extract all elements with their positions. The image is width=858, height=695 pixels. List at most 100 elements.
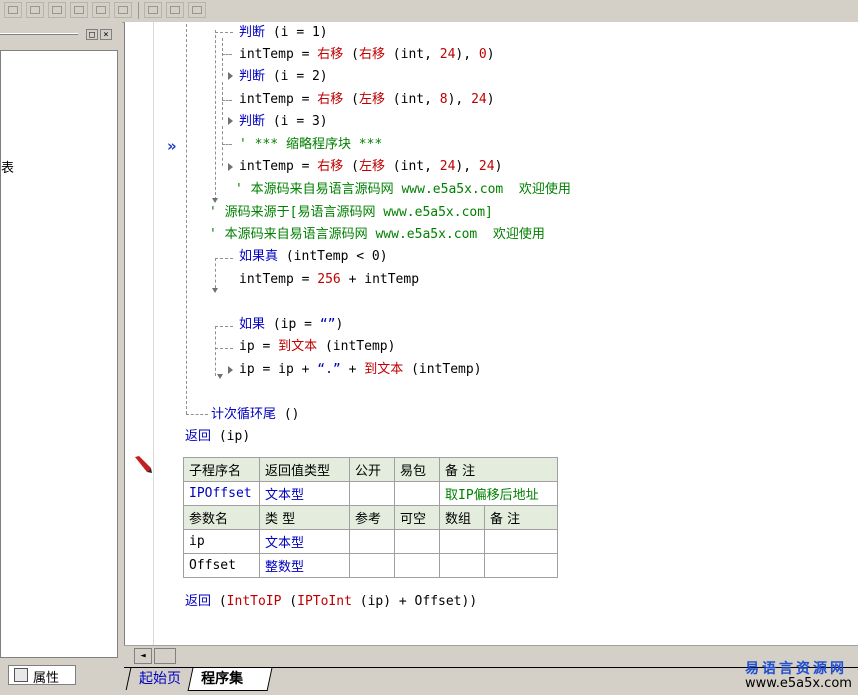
distribute-vertical-icon[interactable] bbox=[114, 2, 132, 18]
package-cell[interactable] bbox=[394, 481, 440, 506]
tab-program-set[interactable]: 程序集 bbox=[187, 668, 273, 691]
subroutine-table[interactable]: 子程序名 返回值类型 公开 易包 备 注 IPOffset 文本型 取IP偏移后… bbox=[183, 457, 558, 578]
code-text: + intTemp bbox=[340, 272, 420, 287]
case-flow-line bbox=[222, 82, 223, 120]
tab-properties-label: 属性 bbox=[33, 671, 60, 686]
keyword: 返回 bbox=[185, 594, 212, 609]
loop-end-connector bbox=[186, 414, 208, 415]
code-line[interactable]: ip = ip + “.” + 到文本 (intTemp) bbox=[239, 362, 482, 378]
code-line-collapsed-block[interactable]: ' *** 缩略程序块 *** bbox=[239, 137, 382, 153]
column-header: 公开 bbox=[349, 457, 395, 482]
left-panel-content[interactable]: 表 bbox=[0, 50, 118, 658]
if-connector bbox=[215, 258, 233, 259]
code-line[interactable]: intTemp = 右移 (右移 (int, 24), 0) bbox=[239, 47, 495, 63]
param-array-cell[interactable] bbox=[439, 529, 485, 554]
code-line[interactable]: 判断 (i = 3) bbox=[239, 114, 328, 130]
code-text: (int, bbox=[384, 159, 440, 174]
if-connector bbox=[215, 348, 233, 349]
code-line[interactable]: 返回 (IntToIP (IPToInt (ip) + Offset)) bbox=[185, 594, 477, 610]
function-name: 右移 bbox=[317, 47, 344, 62]
code-text: ), bbox=[455, 47, 479, 62]
tab-program-set-label: 程序集 bbox=[201, 671, 244, 687]
align-left-icon[interactable] bbox=[4, 2, 22, 18]
function-name: 到文本 bbox=[278, 339, 318, 354]
param-array-cell[interactable] bbox=[439, 553, 485, 578]
comment-line[interactable]: ' 源码来源于[易语言源码网 www.e5a5x.com] bbox=[209, 205, 493, 221]
keyword: 判断 bbox=[239, 69, 266, 84]
comment-line[interactable]: ' 本源码来自易语言源码网 www.e5a5x.com 欢迎使用 bbox=[235, 182, 571, 198]
toolbar-separator bbox=[138, 2, 139, 19]
code-text: (i = 2) bbox=[265, 69, 328, 84]
code-text: + bbox=[340, 362, 365, 377]
tab-start-page[interactable]: 起始页 bbox=[125, 668, 194, 690]
public-cell[interactable] bbox=[349, 481, 395, 506]
number-literal: 256 bbox=[317, 272, 341, 287]
param-optional-cell[interactable] bbox=[394, 553, 440, 578]
code-line[interactable]: intTemp = 256 + intTemp bbox=[239, 272, 419, 288]
code-line[interactable]: 如果 (ip = “”) bbox=[239, 317, 343, 333]
same-height-icon[interactable] bbox=[166, 2, 184, 18]
subroutine-header-row: 子程序名 返回值类型 公开 易包 备 注 bbox=[183, 457, 558, 482]
param-ref-cell[interactable] bbox=[349, 529, 395, 554]
param-name[interactable]: Offset bbox=[183, 553, 260, 578]
param-row[interactable]: Offset 整数型 bbox=[183, 553, 558, 578]
minimize-button[interactable]: □ bbox=[86, 29, 98, 40]
code-line[interactable]: 计次循环尾 () bbox=[211, 407, 300, 423]
distribute-horizontal-icon[interactable] bbox=[92, 2, 110, 18]
align-top-icon[interactable] bbox=[48, 2, 66, 18]
align-bottom-icon[interactable] bbox=[70, 2, 88, 18]
subroutine-row[interactable]: IPOffset 文本型 取IP偏移后地址 bbox=[183, 481, 558, 506]
flow-arrow-right-icon bbox=[228, 163, 233, 171]
return-type[interactable]: 文本型 bbox=[259, 481, 350, 506]
code-text: (ip) + Offset)) bbox=[351, 594, 478, 609]
same-width-icon[interactable] bbox=[144, 2, 162, 18]
param-name[interactable]: ip bbox=[183, 529, 260, 554]
param-row[interactable]: ip 文本型 bbox=[183, 529, 558, 554]
code-line[interactable]: 判断 (i = 2) bbox=[239, 69, 328, 85]
code-text: ( bbox=[343, 47, 359, 62]
column-header: 参数名 bbox=[183, 505, 260, 530]
align-center-icon[interactable] bbox=[26, 2, 44, 18]
panel-grip[interactable] bbox=[0, 33, 78, 35]
close-button[interactable]: × bbox=[100, 29, 112, 40]
number-literal: 24 bbox=[471, 92, 487, 107]
code-text: (intTemp) bbox=[317, 339, 396, 354]
function-name: 右移 bbox=[358, 47, 385, 62]
scroll-thumb[interactable] bbox=[154, 648, 176, 664]
code-text: (int, bbox=[384, 92, 440, 107]
code-editor[interactable]: » 判断 (i = 1) intTemp = 右移 (右移 (int, 24),… bbox=[124, 22, 858, 645]
code-line[interactable]: 如果真 (intTemp < 0) bbox=[239, 249, 388, 265]
flow-arrow-right-icon bbox=[228, 72, 233, 80]
tab-start-page-label: 起始页 bbox=[139, 671, 181, 687]
subroutine-name[interactable]: IPOffset bbox=[183, 481, 260, 506]
param-optional-cell[interactable] bbox=[394, 529, 440, 554]
param-note-cell[interactable] bbox=[484, 529, 558, 554]
param-type[interactable]: 文本型 bbox=[259, 529, 350, 554]
code-line[interactable]: 判断 (i = 1) bbox=[239, 25, 328, 41]
function-name: IPToInt bbox=[297, 594, 352, 609]
code-line[interactable]: 返回 (ip) bbox=[185, 429, 250, 445]
function-name: 到文本 bbox=[364, 362, 404, 377]
tab-properties[interactable]: 属性 bbox=[8, 665, 76, 686]
keyword: 计次循环尾 bbox=[211, 407, 277, 422]
param-ref-cell[interactable] bbox=[349, 553, 395, 578]
same-size-icon[interactable] bbox=[188, 2, 206, 18]
param-note-cell[interactable] bbox=[484, 553, 558, 578]
code-text: ip = bbox=[239, 339, 279, 354]
number-literal: 24 bbox=[439, 159, 456, 174]
case-connector bbox=[222, 100, 232, 101]
code-line[interactable]: ip = 到文本 (intTemp) bbox=[239, 339, 395, 355]
keyword: 判断 bbox=[239, 114, 266, 129]
case-connector bbox=[215, 32, 233, 33]
scroll-left-arrow-icon[interactable]: ◄ bbox=[134, 648, 152, 664]
code-text: ( bbox=[281, 594, 298, 609]
param-type[interactable]: 整数型 bbox=[259, 553, 350, 578]
comment-line[interactable]: ' 本源码来自易语言源码网 www.e5a5x.com 欢迎使用 bbox=[209, 227, 545, 243]
string-literal: “” bbox=[319, 317, 336, 332]
code-line[interactable]: intTemp = 右移 (左移 (int, 24), 24) bbox=[239, 159, 502, 175]
code-text: (i = 1) bbox=[265, 25, 328, 40]
code-line[interactable]: intTemp = 右移 (左移 (int, 8), 24) bbox=[239, 92, 495, 108]
keyword: 返回 bbox=[185, 429, 212, 444]
subroutine-note[interactable]: 取IP偏移后地址 bbox=[439, 481, 558, 506]
keyword: 如果 bbox=[239, 317, 266, 332]
